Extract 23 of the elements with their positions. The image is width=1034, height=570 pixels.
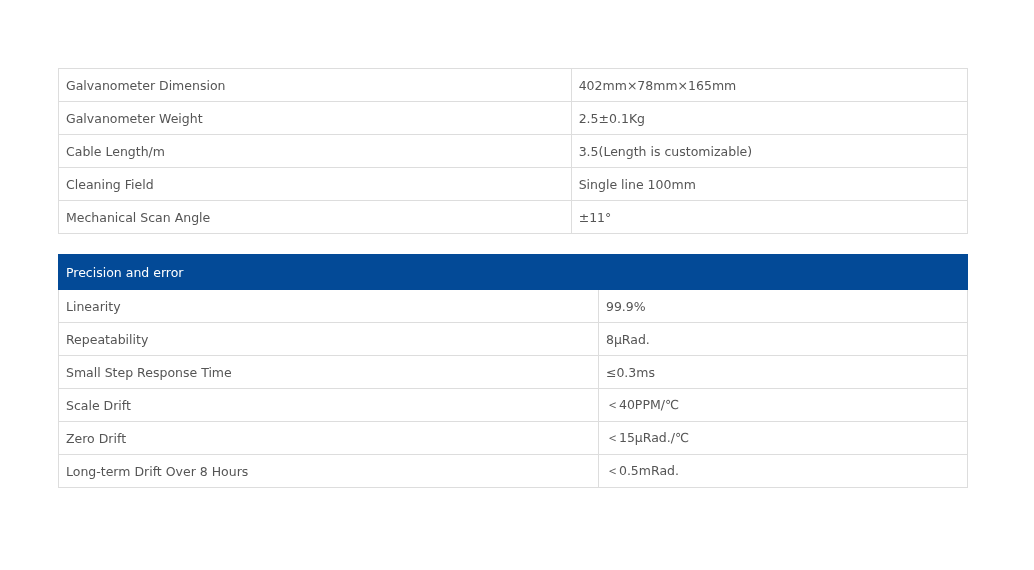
spec-label: Linearity bbox=[58, 289, 599, 323]
spec-label: Zero Drift bbox=[58, 421, 599, 455]
spec-label: Galvanometer Weight bbox=[58, 101, 572, 135]
spec-label: Mechanical Scan Angle bbox=[58, 200, 572, 234]
spec-label: Galvanometer Dimension bbox=[58, 68, 572, 102]
spec-value: 8μRad. bbox=[598, 322, 968, 356]
spec-label: Cable Length/m bbox=[58, 134, 572, 168]
spec-label: Long-term Drift Over 8 Hours bbox=[58, 454, 599, 488]
spec-value: ±11° bbox=[571, 200, 968, 234]
spec-value: ＜40PPM/℃ bbox=[598, 388, 968, 422]
spec-label: Scale Drift bbox=[58, 388, 599, 422]
spec-value: 99.9% bbox=[598, 289, 968, 323]
spec-value: Single line 100mm bbox=[571, 167, 968, 201]
spec-value: ≤0.3ms bbox=[598, 355, 968, 389]
spec-value: 3.5(Length is customizable) bbox=[571, 134, 968, 168]
spec-value: 2.5±0.1Kg bbox=[571, 101, 968, 135]
spec-label: Cleaning Field bbox=[58, 167, 572, 201]
spec-value: ＜0.5mRad. bbox=[598, 454, 968, 488]
table-header: Precision and error bbox=[58, 254, 968, 290]
spec-label: Small Step Response Time bbox=[58, 355, 599, 389]
spec-value: 402mm×78mm×165mm bbox=[571, 68, 968, 102]
spec-label: Repeatability bbox=[58, 322, 599, 356]
spec-value: ＜15μRad./℃ bbox=[598, 421, 968, 455]
